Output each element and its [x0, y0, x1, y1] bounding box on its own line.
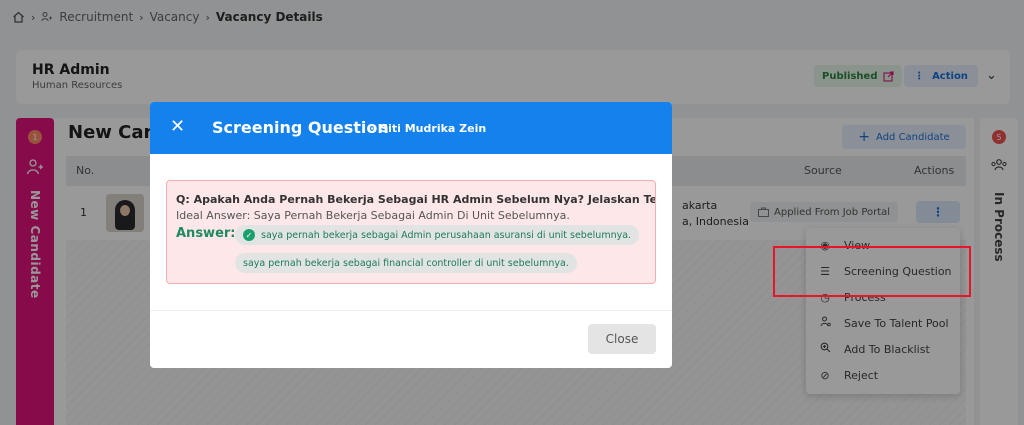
answer-text: saya pernah bekerja sebagai Admin perusa… — [261, 229, 632, 241]
answer-chip: saya pernah bekerja sebagai financial co… — [235, 253, 577, 273]
screening-question-modal: ✕ Screening Question · Siti Mudrika Zein … — [150, 102, 672, 368]
modal-header: ✕ Screening Question · Siti Mudrika Zein — [150, 102, 672, 154]
check-icon: ✓ — [243, 229, 255, 241]
modal-title: Screening Question — [212, 118, 389, 137]
highlight-annotation — [773, 246, 971, 297]
answer-label: Answer: — [176, 226, 236, 241]
answer-chip: ✓ saya pernah bekerja sebagai Admin peru… — [235, 225, 640, 245]
close-icon[interactable]: ✕ — [170, 117, 185, 137]
modal-divider — [150, 310, 672, 311]
candidate-name: Siti Mudrika Zein — [380, 122, 487, 135]
ideal-answer: Ideal Answer: Saya Pernah Bekerja Sebaga… — [176, 209, 570, 222]
question-text: Q: Apakah Anda Pernah Bekerja Sebagai HR… — [176, 193, 655, 206]
answer-text: saya pernah bekerja sebagai financial co… — [243, 257, 569, 269]
question-card: Q: Apakah Anda Pernah Bekerja Sebagai HR… — [166, 180, 656, 284]
close-button[interactable]: Close — [588, 324, 656, 354]
modal-candidate-name: · Siti Mudrika Zein — [370, 122, 487, 135]
